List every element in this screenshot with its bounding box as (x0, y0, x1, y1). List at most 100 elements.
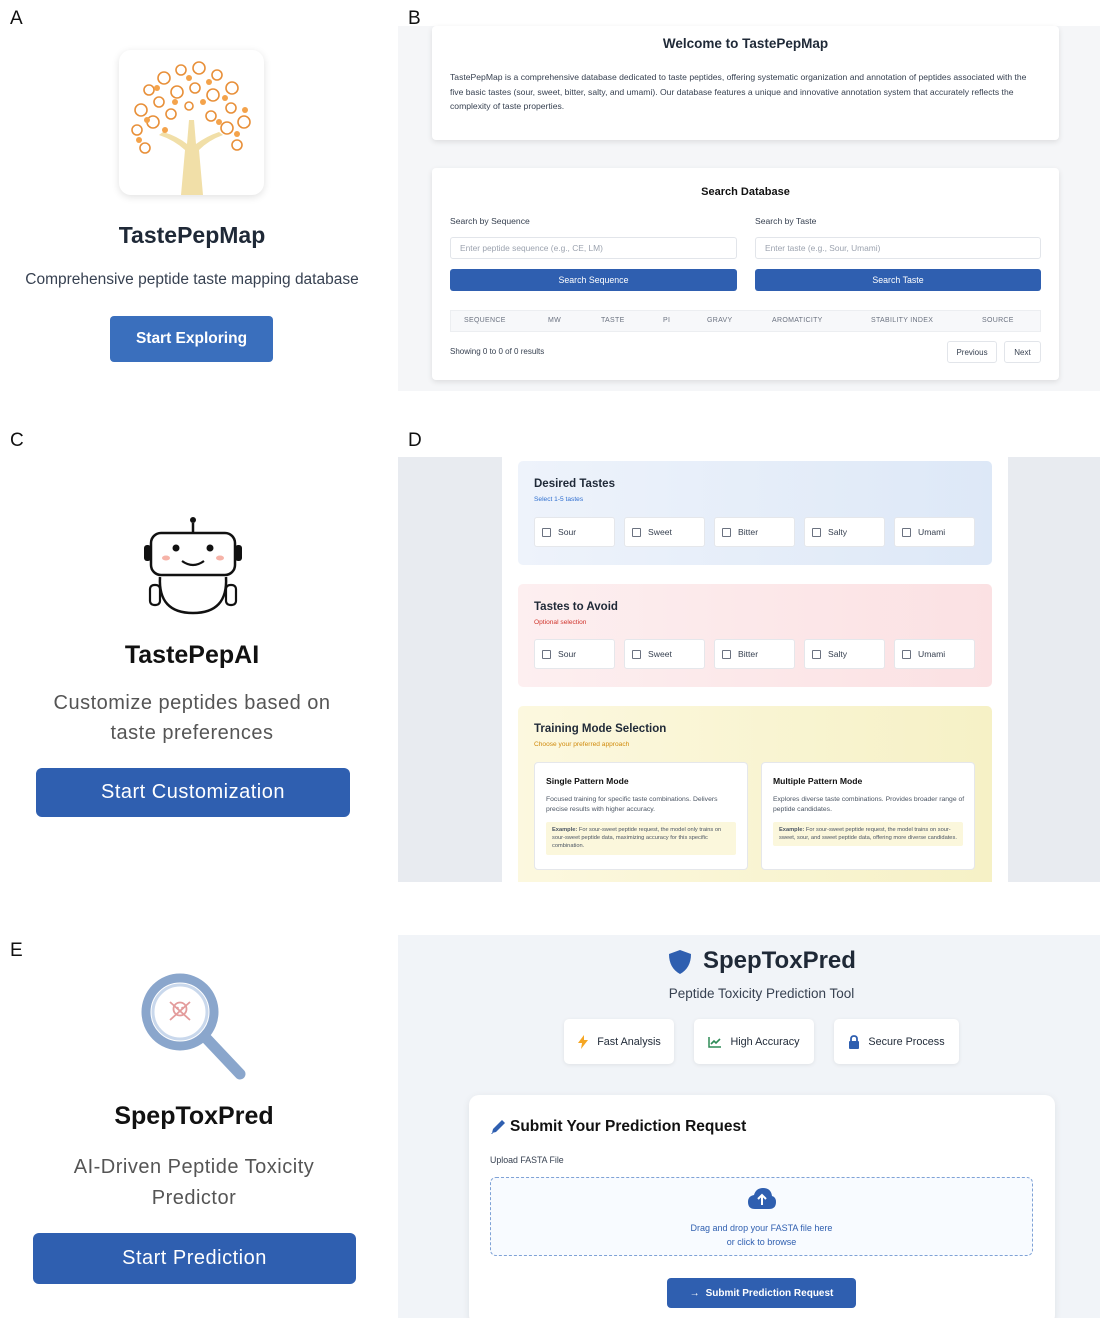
tree-icon (131, 61, 251, 195)
avoid-tastes-title: Tastes to Avoid (534, 601, 618, 613)
column-header[interactable]: STABILITY INDEX (871, 317, 933, 324)
column-header[interactable]: SEQUENCE (464, 317, 506, 324)
desired-bitter-checkbox[interactable]: Bitter (714, 517, 795, 547)
single-pattern-example: Example: For sour-sweet peptide request,… (546, 822, 736, 855)
multiple-pattern-title: Multiple Pattern Mode (773, 776, 863, 786)
checkbox-label: Salty (828, 527, 848, 537)
column-header[interactable]: PI (663, 317, 670, 324)
results-count: Showing 0 to 0 of 0 results (450, 347, 545, 356)
magnifier-toxin-icon (140, 972, 250, 1087)
start-prediction-button[interactable]: Start Prediction (33, 1233, 356, 1284)
previous-page-button[interactable]: Previous (947, 341, 997, 363)
app-title: SpepToxPred (703, 947, 856, 974)
checkbox-icon (632, 527, 641, 537)
app-subtitle: Customize peptides based on taste prefer… (0, 688, 384, 748)
checkbox-label: Bitter (738, 649, 759, 659)
avoid-tastes-hint: Optional selection (534, 619, 587, 626)
start-customization-button[interactable]: Start Customization (36, 768, 350, 817)
desired-umami-checkbox[interactable]: Umami (894, 517, 975, 547)
start-exploring-button[interactable]: Start Exploring (110, 316, 273, 362)
checkbox-icon (812, 649, 821, 659)
avoid-bitter-checkbox[interactable]: Bitter (714, 639, 795, 669)
feature-fast-analysis: Fast Analysis (564, 1019, 674, 1064)
training-mode-hint: Choose your preferred approach (534, 741, 630, 748)
checkbox-label: Sweet (648, 527, 672, 537)
panel-label-c: C (10, 430, 24, 451)
dropzone-text: Drag and drop your FASTA file here or cl… (490, 1221, 1033, 1249)
upload-label: Upload FASTA File (490, 1155, 564, 1165)
checkbox-icon (722, 527, 731, 537)
checkbox-icon (632, 649, 641, 659)
column-header[interactable]: MW (548, 317, 561, 324)
lock-icon (849, 1034, 860, 1049)
cloud-upload-icon (747, 1187, 777, 1216)
feature-label: Fast Analysis (597, 1035, 661, 1048)
column-header[interactable]: SOURCE (982, 317, 1014, 324)
checkbox-label: Bitter (738, 527, 759, 537)
checkbox-label: Umami (918, 527, 946, 537)
single-pattern-title: Single Pattern Mode (546, 776, 629, 786)
next-page-button[interactable]: Next (1004, 341, 1041, 363)
form-title: Submit Your Prediction Request (510, 1118, 747, 1135)
search-sequence-button[interactable]: Search Sequence (450, 269, 737, 291)
lightning-icon (578, 1034, 589, 1049)
desired-salty-checkbox[interactable]: Salty (804, 517, 885, 547)
checkbox-icon (812, 527, 821, 537)
welcome-title: Welcome to TastePepMap (662, 36, 829, 51)
submit-label: Submit Prediction Request (705, 1287, 834, 1299)
feature-label: High Accuracy (730, 1035, 800, 1048)
subtitle-line: Customize peptides based on (53, 692, 331, 714)
avoid-sour-checkbox[interactable]: Sour (534, 639, 615, 669)
checkbox-label: Sour (558, 649, 577, 659)
robot-icon (138, 515, 248, 625)
search-taste-button[interactable]: Search Taste (755, 269, 1041, 291)
feature-high-accuracy: High Accuracy (694, 1019, 814, 1064)
desired-sour-checkbox[interactable]: Sour (534, 517, 615, 547)
avoid-tastes-section (518, 584, 992, 687)
subtitle-line: taste preferences (110, 722, 274, 744)
feature-label: Secure Process (868, 1035, 945, 1048)
sequence-search-input[interactable]: Enter peptide sequence (e.g., CE, LM) (450, 237, 737, 259)
avoid-sweet-checkbox[interactable]: Sweet (624, 639, 705, 669)
checkbox-label: Sweet (648, 649, 672, 659)
example-text: For sour-sweet peptide request, the mode… (779, 827, 957, 842)
dropzone-line: or click to browse (726, 1237, 797, 1247)
checkbox-label: Umami (918, 649, 946, 659)
checkbox-label: Sour (558, 527, 577, 537)
app-subtitle: Peptide Toxicity Prediction Tool (668, 986, 855, 1001)
avoid-umami-checkbox[interactable]: Umami (894, 639, 975, 669)
search-title: Search Database (701, 186, 790, 198)
desired-tastes-hint: Select 1-5 tastes (534, 496, 584, 503)
panel-label-a: A (10, 8, 23, 29)
app-title: TastePepAI (124, 641, 260, 669)
taste-search-label: Search by Taste (755, 216, 817, 226)
checkbox-icon (902, 649, 911, 659)
sequence-search-label: Search by Sequence (450, 216, 530, 226)
subtitle-line: AI-Driven Peptide Toxicity (73, 1156, 315, 1178)
panel-label-d: D (408, 430, 422, 451)
feature-secure-process: Secure Process (834, 1019, 959, 1064)
shield-icon (668, 949, 692, 980)
multiple-pattern-example: Example: For sour-sweet peptide request,… (773, 822, 963, 847)
column-header[interactable]: GRAVY (707, 317, 733, 324)
desired-tastes-title: Desired Tastes (534, 478, 615, 490)
checkbox-icon (722, 649, 731, 659)
panel-label-e: E (10, 940, 23, 961)
taste-search-input[interactable]: Enter taste (e.g., Sour, Umami) (755, 237, 1041, 259)
avoid-salty-checkbox[interactable]: Salty (804, 639, 885, 669)
example-label: Example: (779, 827, 805, 833)
example-text: For sour-sweet peptide request, the mode… (552, 827, 722, 850)
multiple-pattern-description: Explores diverse taste combinations. Pro… (773, 796, 965, 813)
app-subtitle: AI-Driven Peptide Toxicity Predictor (0, 1152, 388, 1214)
pen-icon (489, 1118, 507, 1141)
column-header[interactable]: TASTE (601, 317, 625, 324)
app-subtitle: Comprehensive peptide taste mapping data… (25, 271, 359, 288)
submit-prediction-button[interactable]: → Submit Prediction Request (667, 1278, 856, 1308)
results-table-header: SEQUENCE MW TASTE PI GRAVY AROMATICITY S… (450, 310, 1041, 332)
welcome-description: TastePepMap is a comprehensive database … (450, 72, 1027, 112)
training-mode-title: Training Mode Selection (534, 723, 667, 735)
desired-tastes-section (518, 461, 992, 565)
column-header[interactable]: AROMATICITY (772, 317, 823, 324)
desired-sweet-checkbox[interactable]: Sweet (624, 517, 705, 547)
checkbox-icon (542, 649, 551, 659)
